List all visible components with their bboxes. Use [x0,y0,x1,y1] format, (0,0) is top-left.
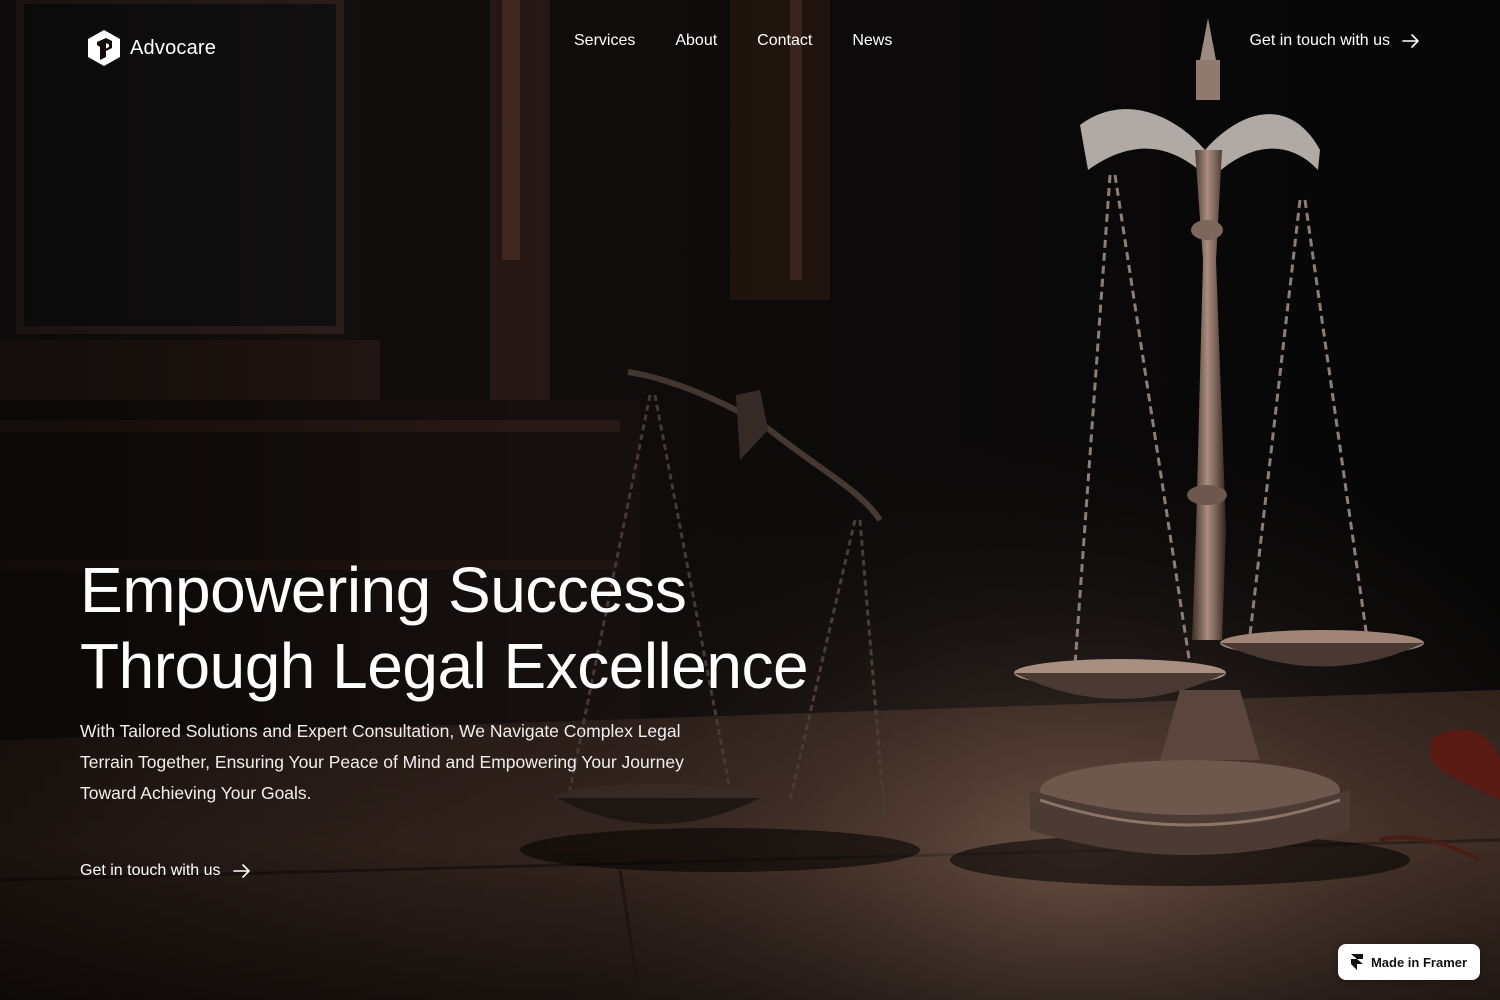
nav-item-news[interactable]: News [852,32,892,50]
hero-headline-line-2: Through Legal Excellence [80,630,809,702]
scales-of-justice-image [0,0,1500,1000]
arrow-right-icon [1402,34,1419,48]
nav-item-contact[interactable]: Contact [757,32,812,50]
hero-headline-line-1: Empowering Success [80,554,687,626]
nav-contact-button[interactable]: Get in touch with us [1249,32,1420,50]
hero-contact-label: Get in touch with us [80,862,221,879]
nav-item-services[interactable]: Services [574,32,635,50]
framer-icon [1350,954,1363,970]
main-menu: Services About Contact News [574,32,892,50]
hero-section [0,0,1500,1000]
made-in-framer-badge[interactable]: Made in Framer [1338,944,1480,980]
hero-contact-button[interactable]: Get in touch with us [80,862,251,880]
cube-shield-icon [88,30,120,66]
brand-name: Advocare [130,36,217,59]
nav-item-about[interactable]: About [675,32,717,50]
brand-logo[interactable]: Advocare [86,29,216,67]
made-in-framer-label: Made in Framer [1370,954,1468,970]
nav-contact-label: Get in touch with us [1249,32,1390,49]
hero-description: With Tailored Solutions and Expert Consu… [80,721,684,803]
arrow-right-icon [232,864,250,878]
top-navigation: Advocare Services About Contact News Get… [0,0,1500,90]
hero-headline: Empowering Success Through Legal Excelle… [80,552,900,704]
